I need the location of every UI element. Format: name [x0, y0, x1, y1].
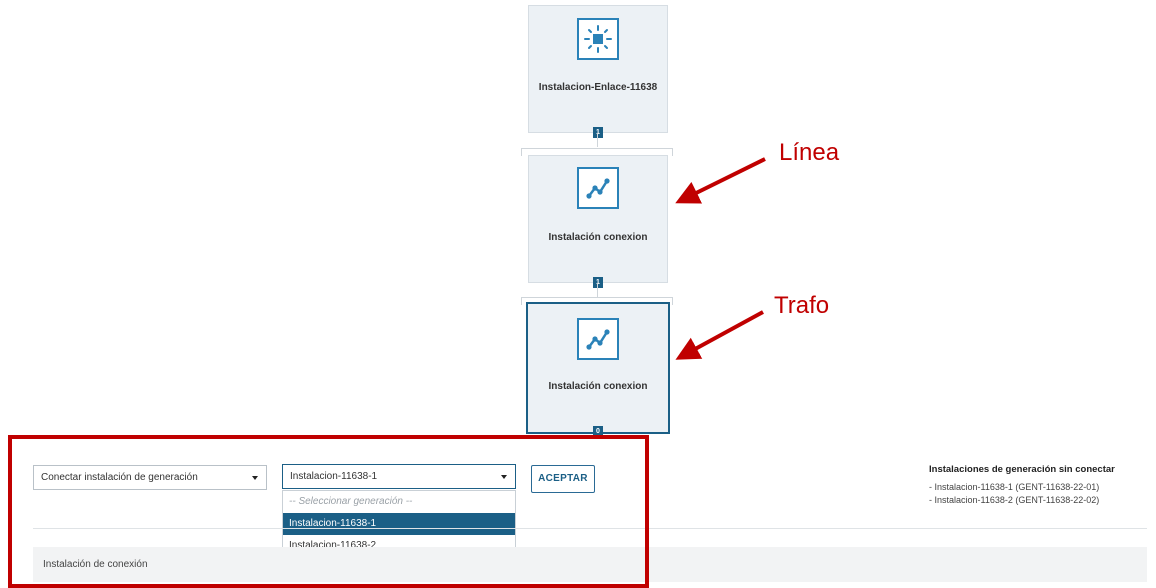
unconnected-panel: Instalaciones de generación sin conectar…: [929, 464, 1115, 507]
connector: [597, 133, 598, 147]
unconnected-item: - Instalacion-11638-2 (GENT-11638-22-02): [929, 495, 1100, 505]
annotation-trafo: Trafo: [774, 292, 830, 319]
annotation-highlight-box: [8, 435, 649, 588]
node-label: Instalación conexion: [548, 381, 648, 392]
node-trafo[interactable]: Instalación conexion 0: [526, 302, 670, 437]
sun-icon: [577, 18, 619, 60]
unconnected-title: Instalaciones de generación sin conectar: [929, 464, 1115, 475]
node-count-badge: 1: [593, 277, 603, 288]
node-linea[interactable]: Instalación conexion 1: [528, 155, 668, 288]
node-count-badge: 1: [593, 127, 603, 138]
connector: [597, 283, 598, 297]
node-label: Instalacion-Enlace-11638: [538, 82, 658, 93]
node-enlace[interactable]: Instalacion-Enlace-11638 1: [528, 5, 668, 138]
unconnected-item: - Instalacion-11638-1 (GENT-11638-22-01): [929, 482, 1100, 492]
line-chart-icon: [577, 318, 619, 360]
annotation-linea: Línea: [779, 139, 840, 166]
node-label: Instalación conexion: [548, 232, 648, 243]
line-chart-icon: [577, 167, 619, 209]
arrow-linea: [675, 157, 766, 204]
arrow-trafo: [675, 310, 764, 360]
